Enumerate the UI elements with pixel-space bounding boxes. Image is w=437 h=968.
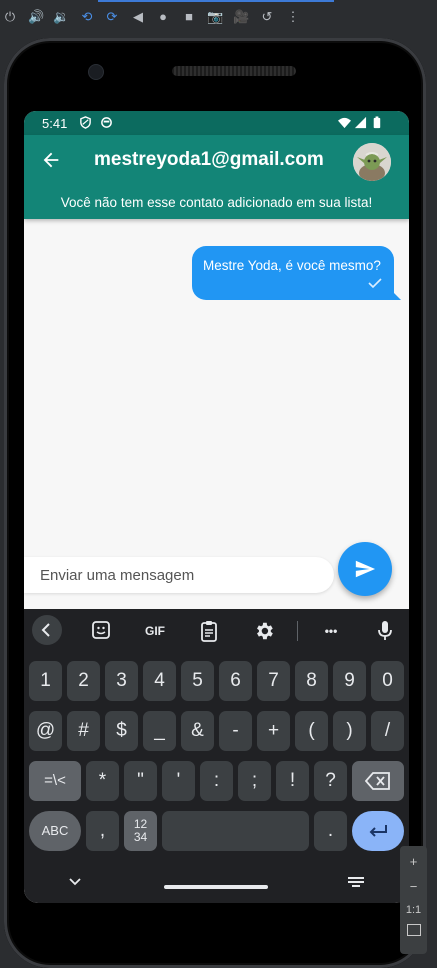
front-camera <box>88 64 104 80</box>
overview-icon[interactable]: ■ <box>181 9 197 25</box>
keyboard-collapse-button[interactable] <box>32 615 62 645</box>
keyboard-switch-icon[interactable] <box>348 877 364 889</box>
status-time: 5:41 <box>42 116 68 131</box>
key-open-paren[interactable]: ( <box>295 711 328 751</box>
chevron-left-icon <box>41 623 50 637</box>
bubble-tail <box>393 292 401 300</box>
key-double-quote[interactable]: " <box>124 761 157 801</box>
key-exclamation[interactable]: ! <box>276 761 309 801</box>
microphone-icon[interactable] <box>377 620 393 642</box>
key-numpad[interactable]: 12 34 <box>124 811 157 851</box>
home-icon[interactable]: ● <box>155 9 171 25</box>
navigation-bar <box>24 865 409 903</box>
fit-screen-icon[interactable] <box>406 924 421 936</box>
zoom-ratio-button[interactable]: 1:1 <box>400 904 427 916</box>
earpiece-speaker <box>172 66 296 76</box>
key-underscore[interactable]: _ <box>143 711 176 751</box>
send-icon <box>355 560 376 578</box>
key-1[interactable]: 1 <box>29 661 62 701</box>
key-dollar[interactable]: $ <box>105 711 138 751</box>
key-slash[interactable]: / <box>371 711 404 751</box>
key-asterisk[interactable]: * <box>86 761 119 801</box>
emulator-side-toolbar: + − 1:1 <box>400 846 427 954</box>
backspace-icon <box>364 772 390 790</box>
message-input-placeholder: Enviar uma mensagem <box>40 567 195 584</box>
shield-icon <box>80 116 91 129</box>
key-4[interactable]: 4 <box>143 661 176 701</box>
key-colon[interactable]: : <box>200 761 233 801</box>
home-gesture-pill[interactable] <box>164 885 268 889</box>
power-icon[interactable]: ⏻ <box>2 9 18 25</box>
battery-icon <box>373 116 381 129</box>
app-notification-icon <box>101 117 112 128</box>
key-3[interactable]: 3 <box>105 661 138 701</box>
key-more-symbols[interactable]: =\< <box>29 761 81 801</box>
volume-up-icon[interactable]: 🔊 <box>28 9 44 25</box>
key-8[interactable]: 8 <box>295 661 328 701</box>
back-arrow-icon[interactable] <box>40 149 62 171</box>
key-question[interactable]: ? <box>314 761 347 801</box>
settings-gear-icon[interactable] <box>253 620 275 642</box>
contact-avatar[interactable] <box>353 143 391 181</box>
zoom-in-button[interactable]: + <box>400 854 427 869</box>
read-check-icon <box>368 278 382 289</box>
enter-key[interactable] <box>352 811 404 851</box>
key-period[interactable]: . <box>314 811 347 851</box>
key-close-paren[interactable]: ) <box>333 711 366 751</box>
phone-screen: 5:41 mestreyoda1@gmail.com Você não tem … <box>24 111 409 903</box>
status-bar: 5:41 <box>24 111 409 135</box>
backspace-key[interactable] <box>352 761 404 801</box>
key-space[interactable] <box>162 811 309 851</box>
key-0[interactable]: 0 <box>371 661 404 701</box>
clipboard-icon[interactable] <box>200 620 218 642</box>
key-2[interactable]: 2 <box>67 661 100 701</box>
emulator-toolbar: ⏻ 🔊 🔉 ⟲ ⟳ ◀ ● ■ 📷 🎥 ↺ ⋮ <box>0 0 437 36</box>
rotate-left-icon[interactable]: ⟲ <box>79 9 95 25</box>
key-5[interactable]: 5 <box>181 661 214 701</box>
key-6[interactable]: 6 <box>219 661 252 701</box>
screenshot-icon[interactable]: 📷 <box>207 9 223 25</box>
snapshot-icon[interactable]: ↺ <box>259 9 275 25</box>
sticker-icon[interactable] <box>91 620 111 640</box>
sent-message-bubble[interactable]: Mestre Yoda, é você mesmo? <box>192 246 401 300</box>
contact-email-title: mestreyoda1@gmail.com <box>94 149 324 170</box>
screenrecord-icon[interactable]: 🎥 <box>233 9 249 25</box>
key-single-quote[interactable]: ' <box>162 761 195 801</box>
key-comma[interactable]: , <box>86 811 119 851</box>
soft-keyboard: GIF ••• 1 2 3 4 5 6 7 8 9 0 @ # $ _ & - … <box>24 609 409 903</box>
toolbar-accent-line <box>98 0 334 2</box>
contact-not-added-notice: Você não tem esse contato adicionado em … <box>60 195 373 210</box>
message-input[interactable]: Enviar uma mensagem <box>24 557 334 593</box>
key-plus[interactable]: + <box>257 711 290 751</box>
key-hash[interactable]: # <box>67 711 100 751</box>
keyboard-toolbar-divider <box>297 621 298 641</box>
key-ampersand[interactable]: & <box>181 711 214 751</box>
app-bar: mestreyoda1@gmail.com Você não tem esse … <box>24 135 409 219</box>
volume-down-icon[interactable]: 🔉 <box>53 9 69 25</box>
enter-icon <box>369 825 387 837</box>
send-button[interactable] <box>338 542 392 596</box>
rotate-right-icon[interactable]: ⟳ <box>104 9 120 25</box>
key-minus[interactable]: - <box>219 711 252 751</box>
hide-keyboard-chevron-icon[interactable] <box>68 877 82 887</box>
back-icon[interactable]: ◀ <box>130 9 146 25</box>
key-semicolon[interactable]: ; <box>238 761 271 801</box>
gif-button[interactable]: GIF <box>140 620 170 642</box>
signal-icon <box>354 116 367 129</box>
key-at[interactable]: @ <box>29 711 62 751</box>
key-abc[interactable]: ABC <box>29 811 81 851</box>
more-options-button[interactable]: ••• <box>318 620 344 642</box>
key-9[interactable]: 9 <box>333 661 366 701</box>
message-text: Mestre Yoda, é você mesmo? <box>203 258 381 273</box>
zoom-out-button[interactable]: − <box>400 879 427 894</box>
more-icon[interactable]: ⋮ <box>285 9 301 25</box>
keyboard-toolbar: GIF ••• <box>24 609 409 653</box>
wifi-icon <box>338 117 351 129</box>
key-7[interactable]: 7 <box>257 661 290 701</box>
